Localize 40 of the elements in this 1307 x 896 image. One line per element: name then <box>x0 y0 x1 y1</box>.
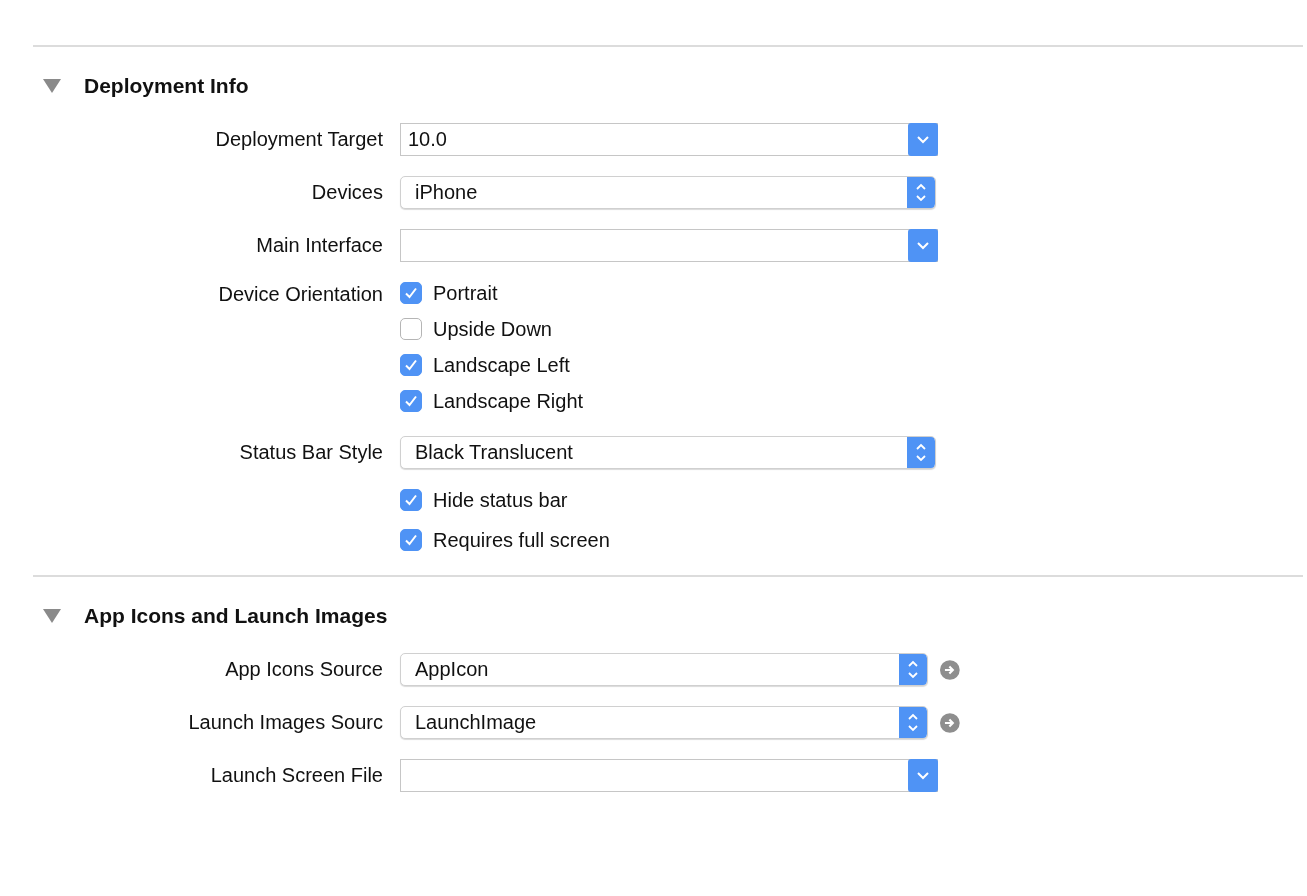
popup-button[interactable]: iPhone <box>400 176 936 209</box>
up-down-chevron-icon <box>899 654 928 685</box>
popup-button[interactable]: Black Translucent <box>400 436 936 469</box>
field-label: Status Bar Style <box>239 441 383 463</box>
checkbox[interactable] <box>400 354 422 376</box>
section-title: Deployment Info <box>84 74 249 98</box>
field-label: Launch Images Sourc <box>188 711 383 733</box>
disclosure-triangle-icon[interactable] <box>43 79 61 93</box>
arrow-right-circle-icon[interactable] <box>940 712 960 733</box>
field-label: Device Orientation <box>218 283 383 305</box>
checkbox[interactable] <box>400 529 422 551</box>
field-label: Devices <box>311 181 383 203</box>
chevron-down-icon <box>908 759 938 792</box>
field-label: Launch Screen File <box>210 764 383 786</box>
checkbox[interactable] <box>400 390 422 412</box>
combo-box[interactable] <box>400 759 938 792</box>
checkbox[interactable] <box>400 489 422 511</box>
combo-box[interactable] <box>400 229 938 262</box>
up-down-chevron-icon <box>907 177 935 208</box>
chevron-down-icon <box>908 123 938 156</box>
checkbox-label: Portrait <box>433 281 498 305</box>
checkbox[interactable] <box>400 282 422 304</box>
checkbox-label: Hide status bar <box>433 488 568 512</box>
popup-button[interactable]: LaunchImage <box>400 706 929 739</box>
field-label: Deployment Target <box>215 128 383 150</box>
up-down-chevron-icon <box>899 707 928 738</box>
field-label: Main Interface <box>256 234 383 256</box>
up-down-chevron-icon <box>907 437 935 468</box>
field-label: App Icons Source <box>225 658 383 680</box>
chevron-down-icon <box>908 229 938 262</box>
checkbox[interactable] <box>400 318 422 340</box>
checkbox-label: Upside Down <box>433 317 552 341</box>
section-title: App Icons and Launch Images <box>84 604 388 628</box>
combo-box[interactable]: 10.0 <box>400 123 938 156</box>
disclosure-triangle-icon[interactable] <box>43 609 61 623</box>
checkbox-label: Landscape Left <box>433 353 570 377</box>
arrow-right-circle-icon[interactable] <box>940 659 960 680</box>
checkbox-label: Landscape Right <box>433 389 584 413</box>
checkbox-label: Requires full screen <box>433 528 610 552</box>
popup-button[interactable]: AppIcon <box>400 653 929 686</box>
